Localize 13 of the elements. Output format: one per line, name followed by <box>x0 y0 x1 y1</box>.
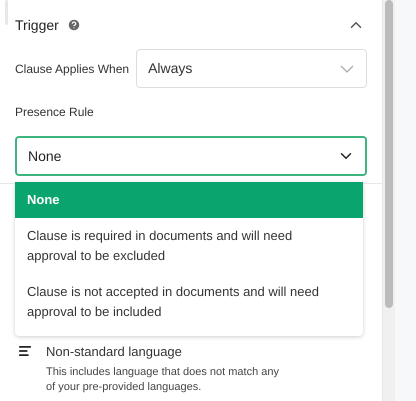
item-description: This includes language that does not match any of your pre-provided languages. <box>46 364 280 394</box>
select-field[interactable]: Always <box>136 49 367 88</box>
field-label: Clause Applies When <box>15 60 130 78</box>
menu-option[interactable]: Clause is required in documents and will need approval to be excluded <box>15 218 363 274</box>
menu-option[interactable]: Clause is not accepted in documents and will need approval to be included <box>15 274 363 330</box>
section-title: Trigger <box>15 16 59 35</box>
lines-icon <box>18 344 32 358</box>
select-field[interactable]: None <box>15 136 367 176</box>
chevron-icon <box>340 64 354 72</box>
help-icon[interactable] <box>66 18 81 32</box>
item-title: Non-standard language <box>46 343 183 361</box>
field-label: Presence Rule <box>15 104 95 121</box>
scrollbar-thumb[interactable] <box>385 0 393 308</box>
